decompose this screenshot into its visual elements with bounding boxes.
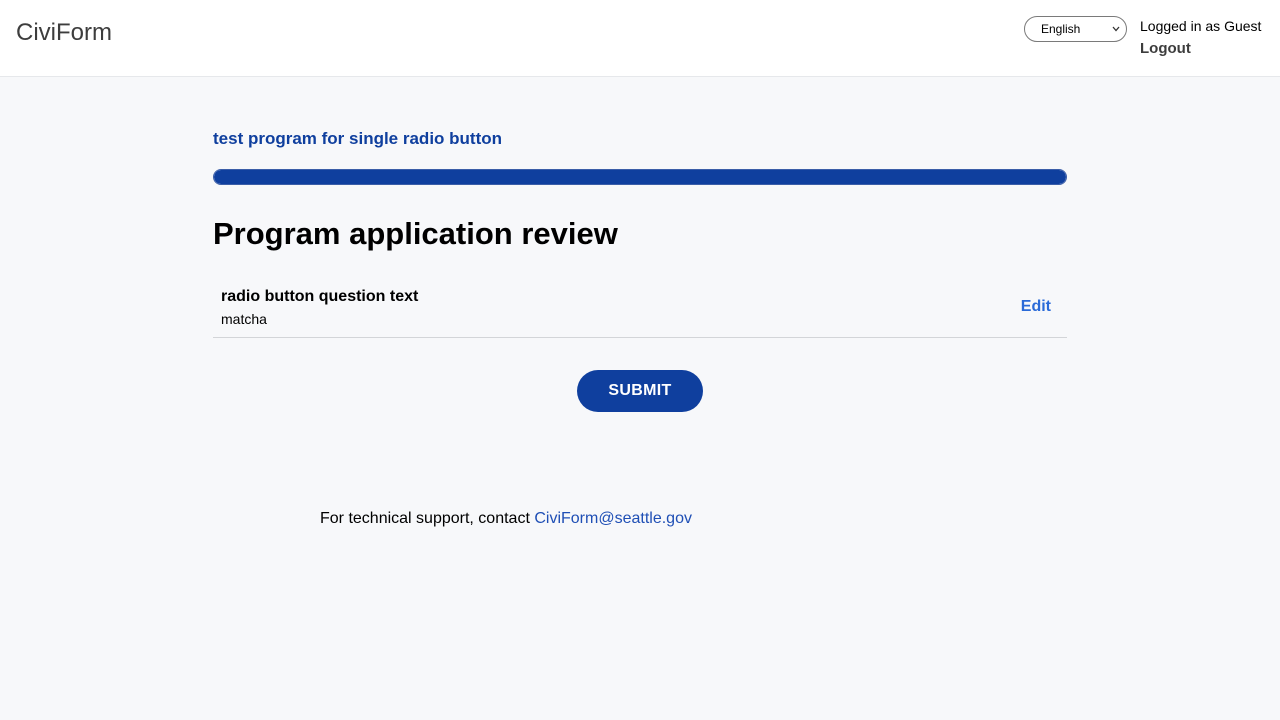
language-selected-value: English	[1041, 22, 1081, 36]
site-header: CiviForm English Logged in as Guest Logo…	[0, 0, 1280, 77]
progress-bar	[213, 169, 1067, 185]
question-text: radio button question text	[221, 288, 419, 305]
edit-link[interactable]: Edit	[1021, 298, 1051, 316]
brand-logo[interactable]: CiviForm	[16, 19, 112, 47]
question-answer: matcha	[221, 311, 267, 327]
page-title: Program application review	[213, 216, 618, 251]
progress-bar-fill	[214, 170, 1066, 184]
chevron-down-icon	[1112, 26, 1120, 32]
logout-link[interactable]: Logout	[1140, 39, 1261, 59]
language-select[interactable]: English	[1024, 16, 1127, 42]
support-footer: For technical support, contact CiviForm@…	[320, 510, 692, 528]
logged-in-status: Logged in as Guest	[1140, 18, 1262, 34]
review-item: radio button question text matcha Edit	[213, 278, 1067, 338]
submit-button[interactable]: SUBMIT	[577, 370, 703, 412]
support-email-link[interactable]: CiviForm@seattle.gov	[534, 510, 692, 527]
support-text: For technical support, contact	[320, 510, 530, 527]
program-title: test program for single radio button	[213, 129, 503, 148]
user-info: Logged in as Guest Logout	[1140, 17, 1261, 59]
